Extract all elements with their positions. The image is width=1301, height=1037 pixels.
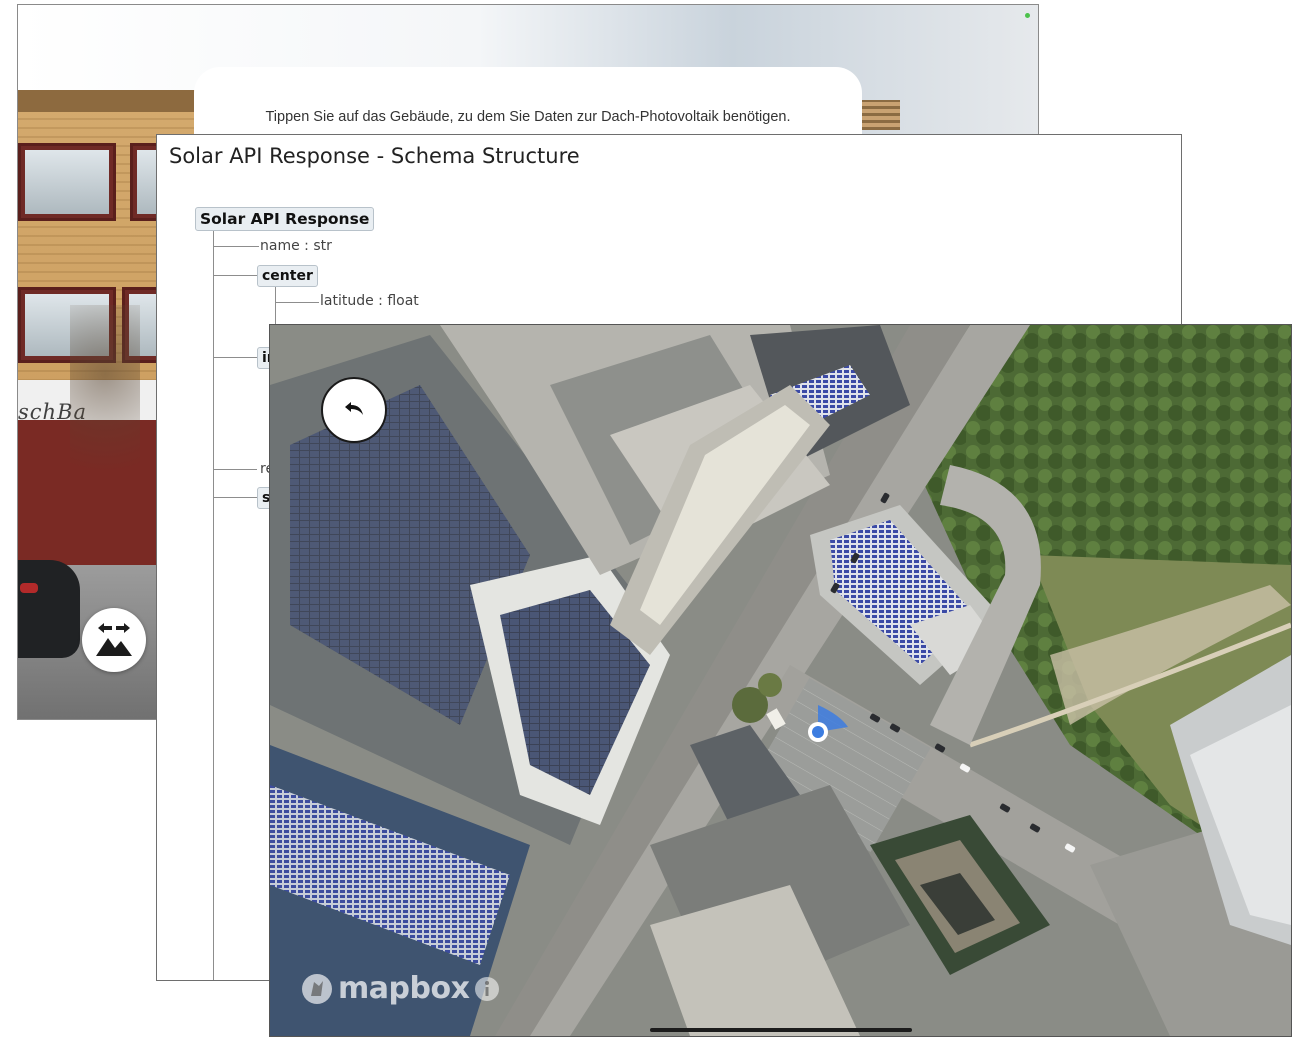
mapbox-logo: mapbox (300, 971, 501, 1006)
parked-car (18, 560, 80, 658)
schema-root-node: Solar API Response (195, 207, 375, 231)
home-indicator[interactable] (650, 1028, 912, 1032)
satellite-map-screenshot[interactable]: mapbox (269, 324, 1292, 1037)
building-window (18, 143, 116, 221)
tree-line (213, 246, 259, 247)
schema-node-center: center (257, 265, 318, 287)
schema-field-name: name : str (260, 238, 332, 254)
schema-field-latitude: latitude : float (320, 293, 419, 309)
schema-title: Solar API Response - Schema Structure (169, 144, 580, 168)
facade-cornice (18, 90, 194, 112)
tree-line (213, 231, 214, 980)
tree-line (213, 357, 257, 358)
tree-line (213, 275, 257, 276)
satellite-map[interactable] (270, 325, 1291, 1036)
tree (70, 305, 140, 535)
status-dot (1025, 13, 1030, 18)
neighbor-building (860, 100, 900, 130)
recenter-button[interactable] (321, 377, 387, 443)
tree-line (213, 469, 257, 470)
tree-line (275, 302, 319, 303)
mapbox-logo-icon (302, 973, 332, 1004)
undo-arrow-icon (345, 402, 363, 415)
arrows-mountain-icon (96, 623, 132, 656)
view-switch-button[interactable] (82, 608, 146, 672)
info-icon[interactable] (473, 975, 501, 1003)
car-taillight (20, 583, 38, 593)
tap-instruction-text: Tippen Sie auf das Gebäude, zu dem Sie D… (265, 109, 791, 125)
mapbox-wordmark: mapbox (338, 971, 470, 1006)
tree-line (213, 497, 257, 498)
